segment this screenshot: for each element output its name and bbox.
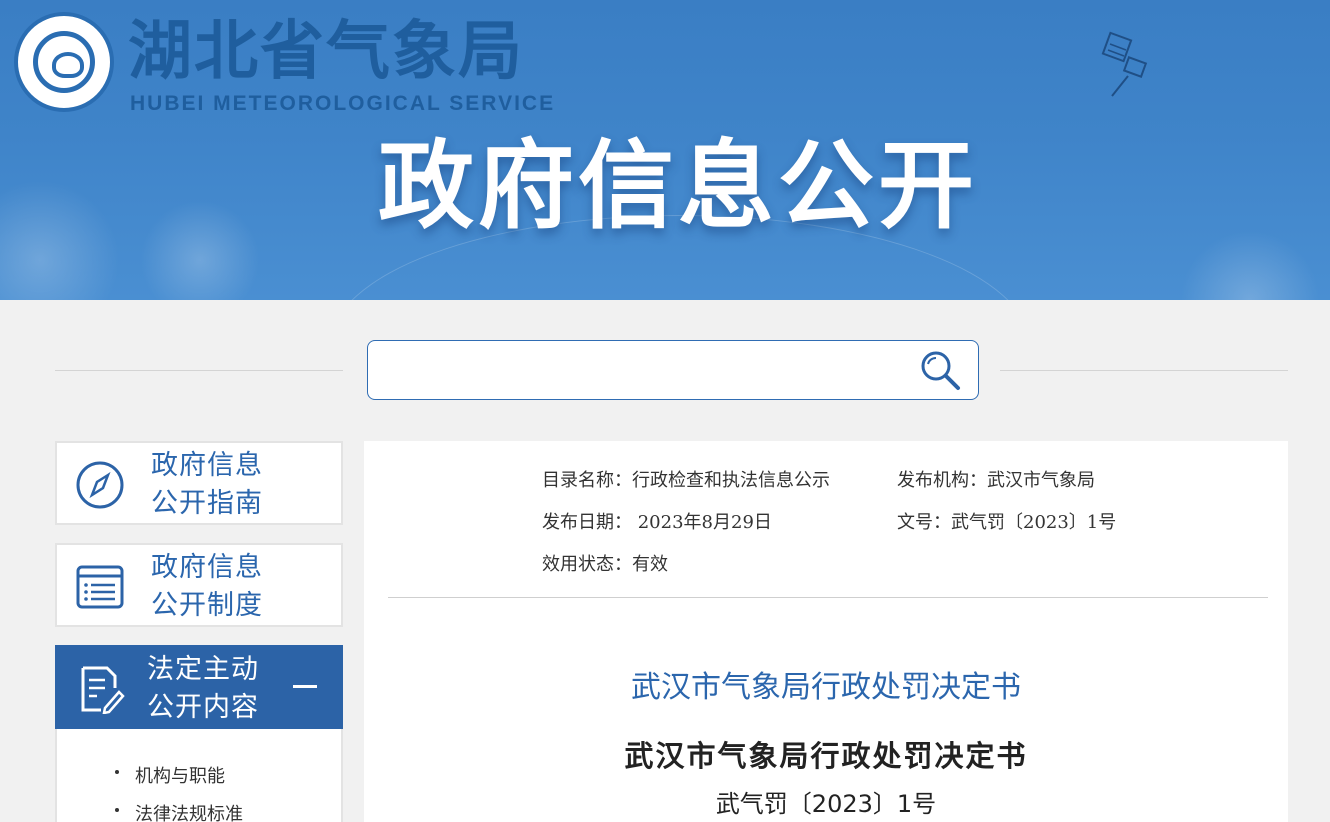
banner-glow <box>140 200 260 300</box>
search-box <box>367 340 979 400</box>
banner-glow <box>0 180 120 300</box>
site-title: 湖北省气象局 <box>128 14 524 89</box>
collapse-icon[interactable] <box>293 685 317 688</box>
document-heading: 武汉市气象局行政处罚决定书 <box>624 739 1028 773</box>
satellite-icon <box>1101 31 1148 97</box>
edit-document-icon <box>81 666 125 714</box>
search-divider-left <box>55 370 343 371</box>
sidebar-item-label: 政府信息 公开制度 <box>151 552 263 621</box>
sidebar-item-label: 法定主动 公开内容 <box>147 654 259 723</box>
sidebar-item-statutory-content[interactable]: 法定主动 公开内容 <box>55 645 343 729</box>
document-title: 武汉市气象局行政处罚决定书 <box>631 670 1021 705</box>
banner-heading: 政府信息公开 <box>378 130 978 242</box>
meta-date: 发布日期： 2023年8月29日 <box>542 512 772 533</box>
sidebar-item-label: 政府信息 公开指南 <box>151 450 263 519</box>
document-number: 武气罚〔2023〕1号 <box>715 790 937 818</box>
bullet <box>115 770 119 774</box>
meta-publisher: 发布机构：武汉市气象局 <box>897 470 1095 491</box>
sidebar-submenu: 机构与职能 法律法规标准 <box>55 729 343 822</box>
header-banner: 湖北省气象局 HUBEI METEOROLOGICAL SERVICE 政府信息… <box>0 0 1330 300</box>
cloud-icon <box>33 31 95 93</box>
banner-glow <box>1180 230 1320 300</box>
site-subtitle: HUBEI METEOROLOGICAL SERVICE <box>130 92 556 115</box>
search-icon[interactable] <box>918 348 962 392</box>
meta-divider <box>388 597 1268 598</box>
list-document-icon <box>76 565 124 609</box>
compass-icon <box>76 461 124 509</box>
submenu-item-laws[interactable]: 法律法规标准 <box>115 800 243 822</box>
sidebar-item-regulations[interactable]: 政府信息 公开制度 <box>55 543 343 627</box>
meta-catalog: 目录名称：行政检查和执法信息公示 <box>542 470 830 491</box>
sidebar-item-guide[interactable]: 政府信息 公开指南 <box>55 441 343 525</box>
meta-docno: 文号：武气罚〔2023〕1号 <box>897 512 1117 533</box>
submenu-item-org[interactable]: 机构与职能 <box>115 762 225 788</box>
bullet <box>115 808 119 812</box>
search-divider-right <box>1000 370 1288 371</box>
meta-status: 效用状态：有效 <box>542 554 668 575</box>
search-input[interactable] <box>378 351 908 389</box>
cma-logo[interactable] <box>14 12 114 112</box>
